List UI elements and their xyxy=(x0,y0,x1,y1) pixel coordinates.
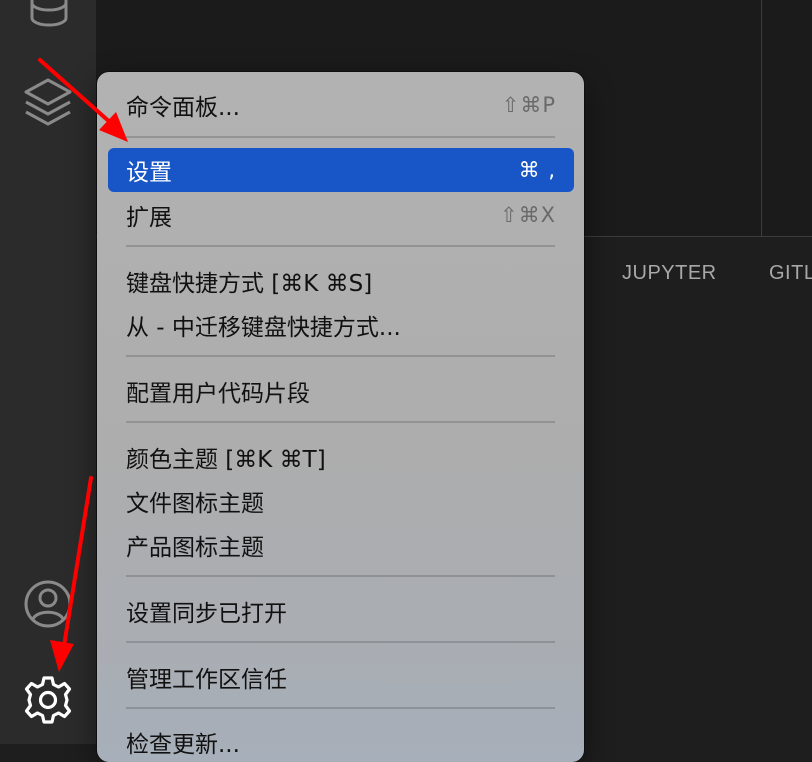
panel-tab-jupyter[interactable]: JUPYTER xyxy=(622,262,717,285)
activity-bar xyxy=(0,0,96,744)
menu-item-label: 扩展 xyxy=(126,205,172,231)
menu-item-label: 从 - 中迁移键盘快捷方式... xyxy=(126,315,401,341)
menu-item-file-icon-theme[interactable]: 文件图标主题 xyxy=(108,479,574,523)
menu-separator xyxy=(126,641,555,643)
menu-item-shortcut: ⇧⌘X xyxy=(500,203,556,227)
menu-item-shortcut: ⌘ , xyxy=(518,158,556,182)
menu-item-workspace-trust[interactable]: 管理工作区信任 xyxy=(108,655,574,699)
menu-item-label: 管理工作区信任 xyxy=(126,667,287,693)
menu-item-settings-sync[interactable]: 设置同步已打开 xyxy=(108,589,574,633)
menu-separator xyxy=(126,421,555,423)
menu-item-label: 命令面板... xyxy=(126,95,240,121)
menu-item-keyboard-shortcuts[interactable]: 键盘快捷方式 [⌘K ⌘S] xyxy=(108,259,574,303)
menu-separator xyxy=(126,136,555,138)
menu-item-settings[interactable]: 设置 ⌘ , xyxy=(108,148,574,192)
menu-item-user-snippets[interactable]: 配置用户代码片段 xyxy=(108,369,574,413)
menu-item-command-palette[interactable]: 命令面板... ⇧⌘P xyxy=(108,83,574,127)
settings-gear-icon[interactable] xyxy=(23,675,73,725)
account-icon[interactable] xyxy=(23,579,73,629)
manage-context-menu: 命令面板... ⇧⌘P 设置 ⌘ , 扩展 ⇧⌘X 键盘快捷方式 [⌘K ⌘S]… xyxy=(97,72,584,762)
menu-item-label: 键盘快捷方式 [⌘K ⌘S] xyxy=(126,271,373,297)
panel-tab-gitlens[interactable]: GITL xyxy=(769,262,812,285)
menu-item-extensions[interactable]: 扩展 ⇧⌘X xyxy=(108,193,574,237)
database-icon[interactable] xyxy=(28,0,70,32)
menu-item-migrate-keybindings[interactable]: 从 - 中迁移键盘快捷方式... xyxy=(108,303,574,347)
menu-item-label: 配置用户代码片段 xyxy=(126,381,310,407)
menu-item-label: 检查更新... xyxy=(126,732,240,758)
menu-separator xyxy=(126,575,555,577)
menu-item-label: 设置同步已打开 xyxy=(126,601,287,627)
menu-item-color-theme[interactable]: 颜色主题 [⌘K ⌘T] xyxy=(108,435,574,479)
menu-separator xyxy=(126,355,555,357)
menu-item-label: 产品图标主题 xyxy=(126,535,264,561)
menu-separator xyxy=(126,245,555,247)
menu-item-product-icon-theme[interactable]: 产品图标主题 xyxy=(108,523,574,567)
menu-item-label: 颜色主题 [⌘K ⌘T] xyxy=(126,447,326,473)
layers-icon[interactable] xyxy=(22,76,74,128)
menu-item-label: 设置 xyxy=(126,160,172,186)
menu-item-shortcut: ⇧⌘P xyxy=(501,93,556,117)
editor-split-divider[interactable] xyxy=(761,0,762,236)
menu-item-check-updates[interactable]: 检查更新... xyxy=(108,720,574,762)
menu-item-label: 文件图标主题 xyxy=(126,491,264,517)
menu-separator xyxy=(126,707,555,709)
